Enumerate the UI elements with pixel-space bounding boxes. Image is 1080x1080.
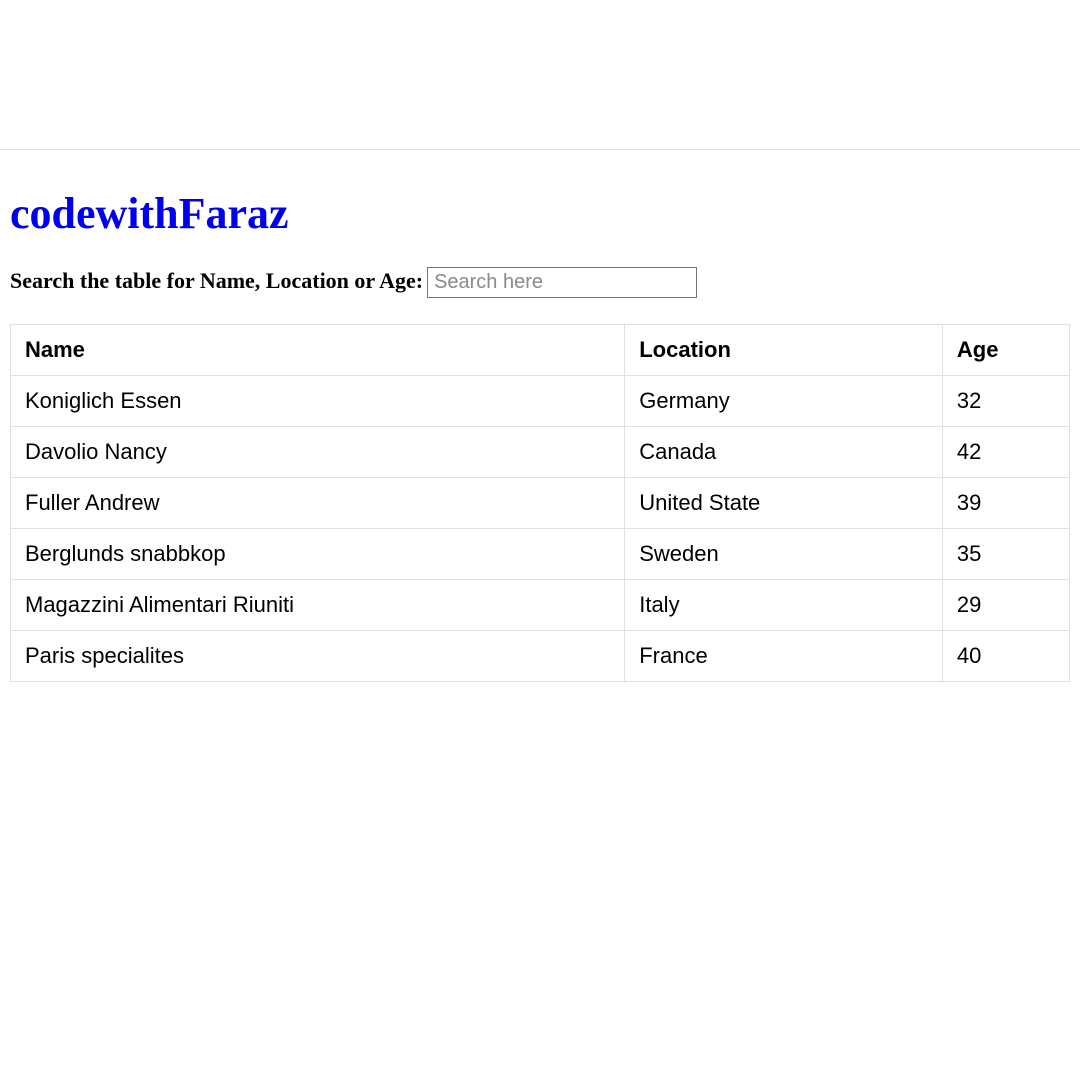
cell-age: 39 xyxy=(942,478,1069,529)
cell-age: 35 xyxy=(942,529,1069,580)
cell-name: Fuller Andrew xyxy=(11,478,625,529)
cell-age: 32 xyxy=(942,376,1069,427)
page-title: codewithFaraz xyxy=(10,188,1070,239)
cell-location: France xyxy=(625,631,943,682)
table-row: Koniglich Essen Germany 32 xyxy=(11,376,1070,427)
search-label: Search the table for Name, Location or A… xyxy=(10,268,423,293)
table-row: Fuller Andrew United State 39 xyxy=(11,478,1070,529)
table-row: Paris specialites France 40 xyxy=(11,631,1070,682)
cell-name: Koniglich Essen xyxy=(11,376,625,427)
table-header-name: Name xyxy=(11,325,625,376)
table-header-row: Name Location Age xyxy=(11,325,1070,376)
table-row: Davolio Nancy Canada 42 xyxy=(11,427,1070,478)
table-row: Berglunds snabbkop Sweden 35 xyxy=(11,529,1070,580)
cell-name: Davolio Nancy xyxy=(11,427,625,478)
cell-location: Canada xyxy=(625,427,943,478)
top-spacer xyxy=(0,0,1080,150)
cell-age: 42 xyxy=(942,427,1069,478)
cell-name: Berglunds snabbkop xyxy=(11,529,625,580)
main-content: codewithFaraz Search the table for Name,… xyxy=(0,150,1080,692)
cell-location: United State xyxy=(625,478,943,529)
cell-location: Sweden xyxy=(625,529,943,580)
table-row: Magazzini Alimentari Riuniti Italy 29 xyxy=(11,580,1070,631)
search-input[interactable] xyxy=(427,267,697,298)
cell-age: 29 xyxy=(942,580,1069,631)
table-header-location: Location xyxy=(625,325,943,376)
cell-age: 40 xyxy=(942,631,1069,682)
cell-location: Germany xyxy=(625,376,943,427)
cell-name: Paris specialites xyxy=(11,631,625,682)
search-row: Search the table for Name, Location or A… xyxy=(10,267,1070,298)
table-header-age: Age xyxy=(942,325,1069,376)
data-table: Name Location Age Koniglich Essen German… xyxy=(10,324,1070,682)
cell-location: Italy xyxy=(625,580,943,631)
cell-name: Magazzini Alimentari Riuniti xyxy=(11,580,625,631)
